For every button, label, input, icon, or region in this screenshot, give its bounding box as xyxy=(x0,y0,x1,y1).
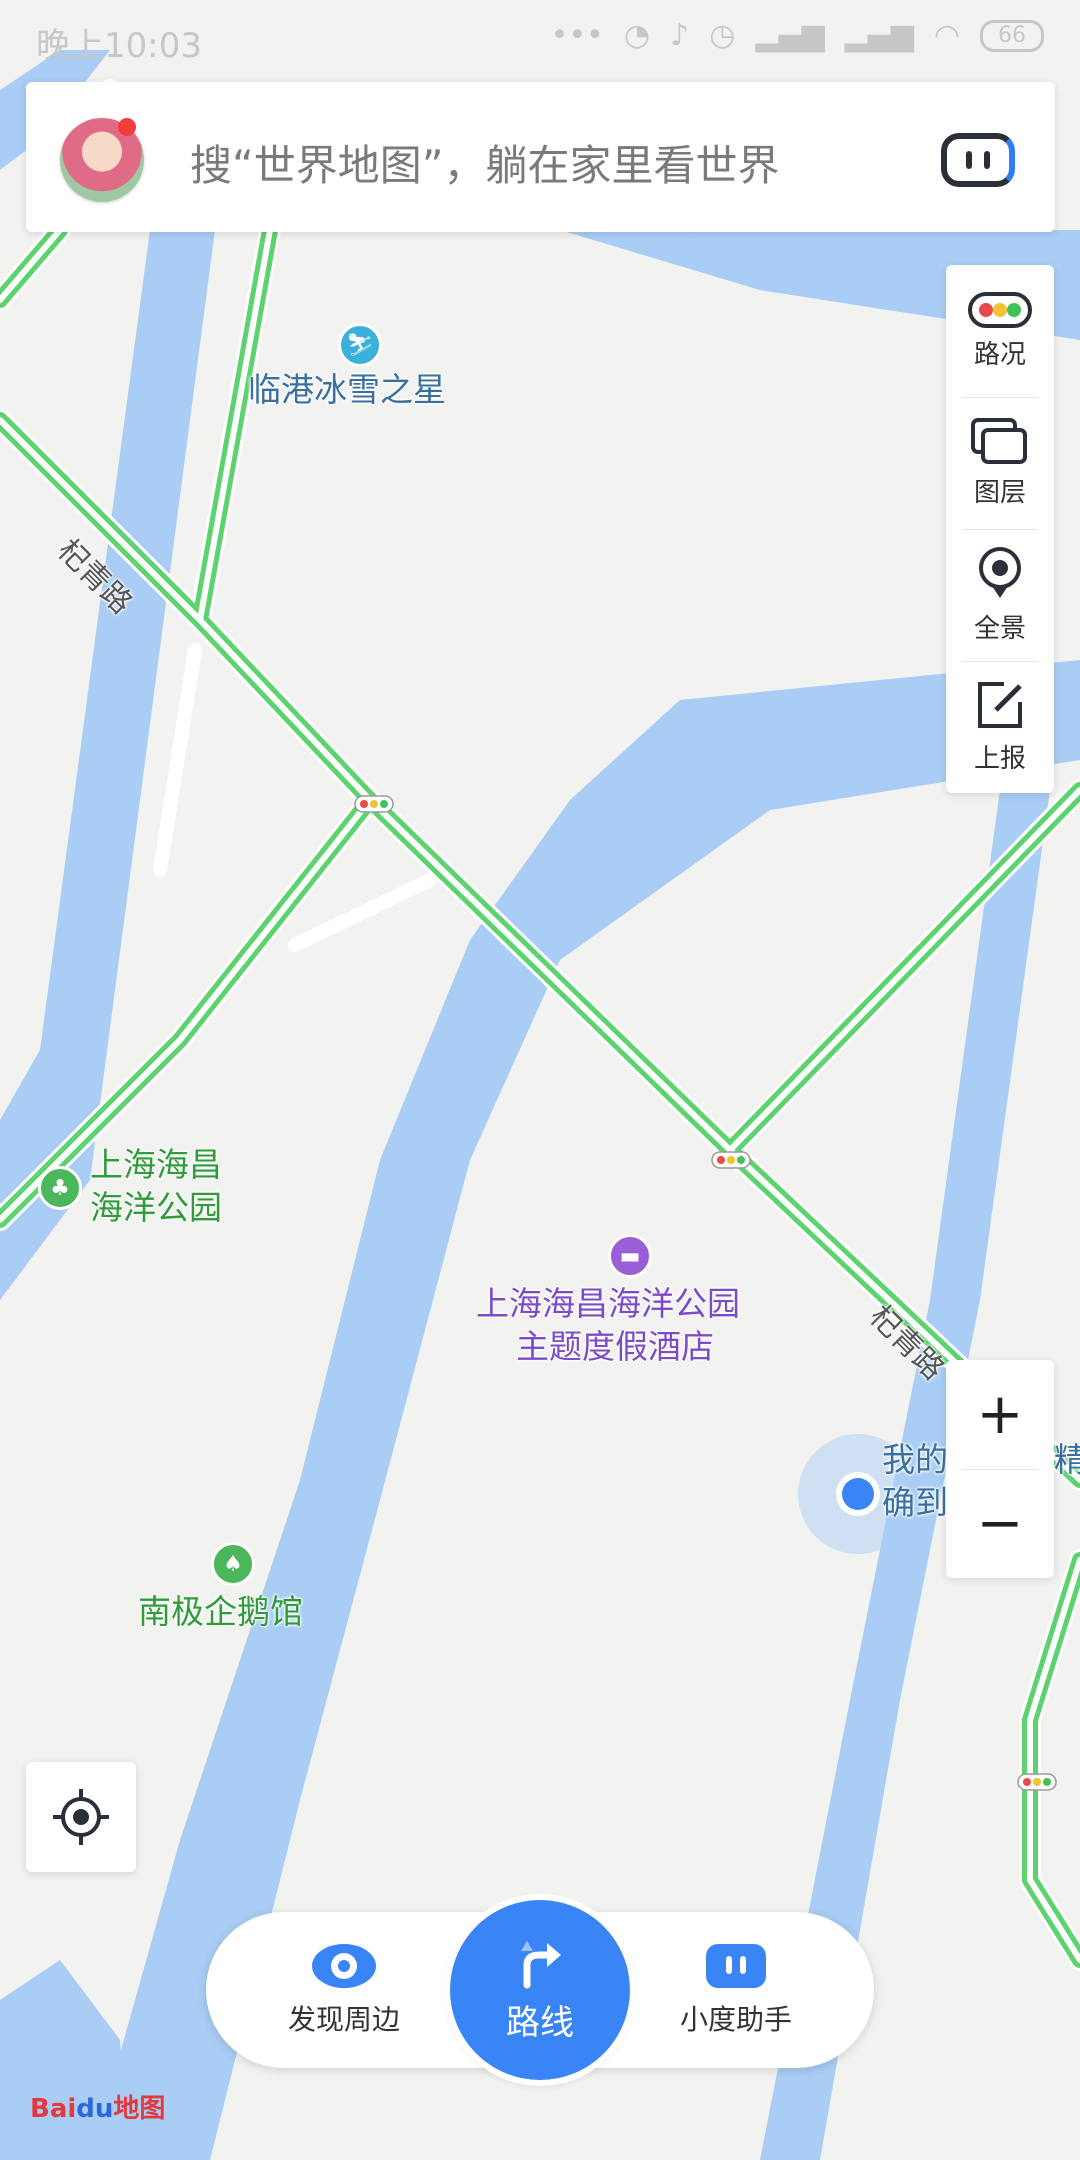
wifi-icon: ◠ xyxy=(933,18,960,53)
tree-icon: ♠ xyxy=(211,1542,255,1586)
alarm-icon: ◔ xyxy=(623,18,651,53)
panorama-label: 全景 xyxy=(973,613,1026,644)
poi-hotel-line2[interactable]: 主题度假酒店 xyxy=(516,1325,714,1369)
route-arrow-icon xyxy=(521,1940,561,1988)
my-location-label-line1: 我的 xyxy=(882,1440,948,1479)
notification-dot xyxy=(118,118,136,136)
panorama-button[interactable]: 全景 xyxy=(946,529,1054,661)
discover-nearby-button[interactable]: 发现周边 xyxy=(244,1912,444,2068)
eye-icon xyxy=(312,1944,376,1988)
locate-crosshair-icon xyxy=(53,1789,109,1845)
my-location-label-tail: 精 xyxy=(1054,1440,1080,1479)
baidu-map-logo: Baidu地图 xyxy=(30,2088,165,2125)
poi-ice-star[interactable]: 临港冰雪之星 xyxy=(248,368,446,412)
logo-bai: Bai xyxy=(30,2094,77,2124)
poi-penguin-hall[interactable]: 南极企鹅馆 xyxy=(138,1590,303,1634)
battery-icon: 66 xyxy=(980,19,1044,52)
report-edit-icon xyxy=(978,681,1022,728)
logo-du: du xyxy=(76,2094,114,2124)
report-label: 上报 xyxy=(973,743,1026,774)
mute-icon: ♪ xyxy=(670,18,690,53)
layers-button[interactable]: 图层 xyxy=(946,397,1054,529)
poi-haichang-park-line2[interactable]: 海洋公园 xyxy=(90,1186,222,1230)
map-canvas[interactable] xyxy=(0,0,1080,2160)
status-bar: 晚上10:03 ••• ◔ ♪ ◷ ▂▄▆ ▂▄▆ ◠ 66 xyxy=(0,0,1080,80)
search-bar[interactable]: 搜“世界地图”，躺在家里看世界 xyxy=(26,82,1055,232)
discover-label: 发现周边 xyxy=(287,2003,400,2036)
layers-label: 图层 xyxy=(973,477,1026,508)
panorama-pin-icon xyxy=(979,546,1021,598)
signal-icon: ▂▄▆ xyxy=(755,18,825,53)
my-location-label-line2: 确到 xyxy=(882,1483,948,1522)
map-screen: ⛷ 临港冰雪之星 杞青路 杞青路 ♣ 上海海昌 海洋公园 ▬ 上海海昌海洋公园 … xyxy=(0,0,1080,2160)
assistant-icon xyxy=(706,1944,766,1988)
assistant-icon[interactable] xyxy=(941,133,1015,187)
traffic-button[interactable]: 路况 xyxy=(946,265,1054,397)
locate-button[interactable] xyxy=(26,1762,136,1872)
search-input[interactable]: 搜“世界地图”，躺在家里看世界 xyxy=(190,132,780,193)
ski-icon: ⛷ xyxy=(338,323,382,367)
hotel-icon: ▬ xyxy=(608,1234,652,1278)
park-icon: ♣ xyxy=(38,1166,82,1210)
zoom-out-button[interactable]: − xyxy=(946,1469,1054,1578)
more-dots-icon: ••• xyxy=(550,18,604,53)
assistant-button[interactable]: 小度助手 xyxy=(636,1912,836,2068)
poi-haichang-park-line1[interactable]: 上海海昌 xyxy=(90,1143,222,1187)
zoom-panel: + − xyxy=(946,1360,1054,1578)
clock-icon: ◷ xyxy=(709,18,736,53)
assistant-label: 小度助手 xyxy=(679,2003,792,2036)
traffic-label: 路况 xyxy=(973,339,1026,370)
poi-hotel-line1[interactable]: 上海海昌海洋公园 xyxy=(476,1282,740,1326)
status-icons: ••• ◔ ♪ ◷ ▂▄▆ ▂▄▆ ◠ 66 xyxy=(551,18,1044,53)
layers-icon xyxy=(971,417,1027,464)
signal-2-icon: ▂▄▆ xyxy=(844,18,914,53)
traffic-light-icon xyxy=(968,291,1032,328)
status-time: 晚上10:03 xyxy=(36,26,202,66)
report-button[interactable]: 上报 xyxy=(946,661,1054,793)
logo-map: 地图 xyxy=(113,2094,166,2124)
zoom-in-button[interactable]: + xyxy=(946,1360,1054,1469)
route-label: 路线 xyxy=(506,2002,574,2043)
map-tools-panel: 路况 图层 全景 上报 xyxy=(946,265,1054,793)
route-button[interactable]: 路线 xyxy=(450,1900,630,2080)
